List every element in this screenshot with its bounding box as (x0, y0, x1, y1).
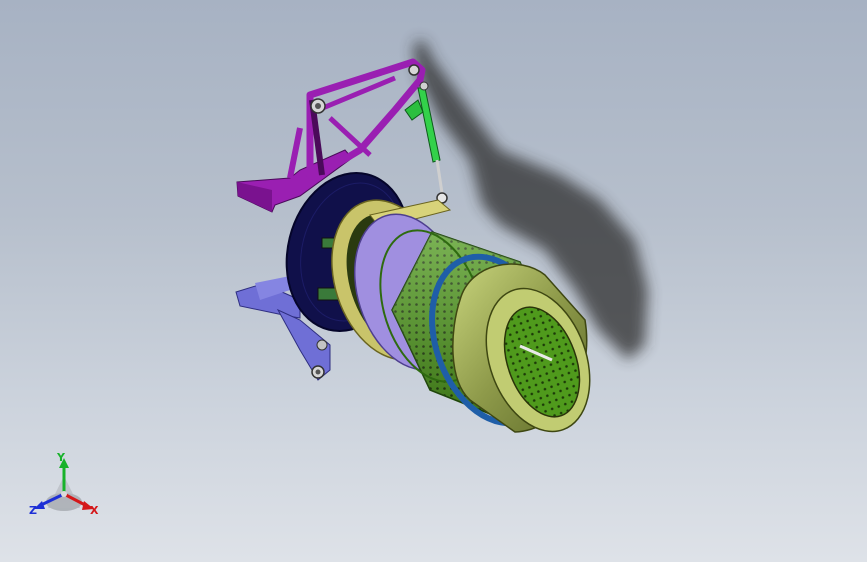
z-axis-label: Z (29, 504, 37, 517)
y-axis-label: Y (57, 451, 65, 464)
3d-model-view[interactable] (0, 0, 867, 562)
x-axis-label: X (90, 504, 99, 517)
graphics-viewport[interactable]: Y Z X (0, 0, 867, 562)
